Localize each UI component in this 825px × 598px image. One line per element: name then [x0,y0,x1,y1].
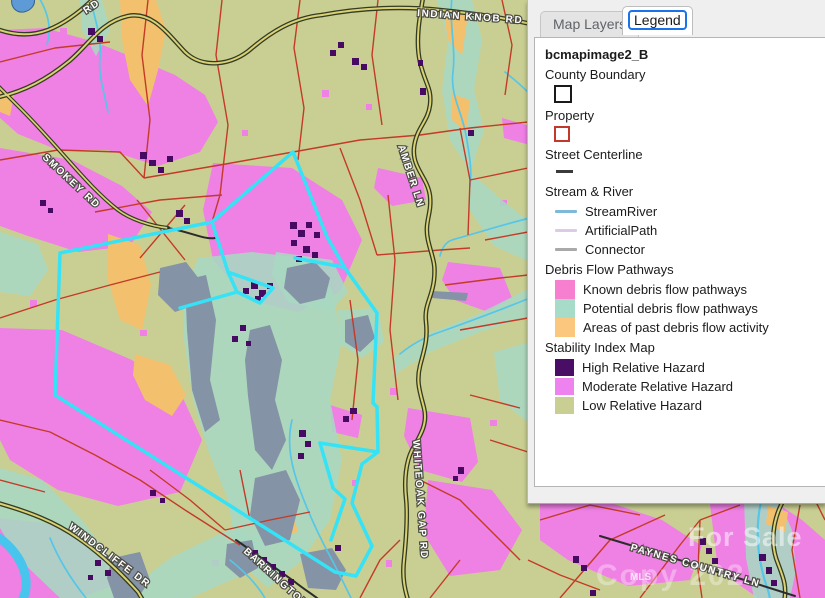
watermark-mls: MLS [630,572,651,583]
legend-row-past-debris: Areas of past debris flow activity [545,318,816,337]
layers-legend-panel: Map Layers Legend bcmapimage2_B County B… [527,0,825,504]
known-debris-swatch [555,280,575,299]
streamriver-line-swatch [555,210,577,213]
legend-row-moderate-hazard: Moderate Relative Hazard [545,377,816,396]
property-swatch [554,126,570,142]
high-hazard-label: High Relative Hazard [582,360,705,375]
legend-row-streamriver: StreamRiver [545,202,816,221]
legend-row-high-hazard: High Relative Hazard [545,358,816,377]
watermark-copyright: Copy 202 [596,559,745,592]
legend-title: bcmapimage2_B [545,47,816,62]
connector-label: Connector [585,242,645,257]
known-debris-label: Known debris flow pathways [583,282,747,297]
app-window: { "panel": { "tabs": { "map_layers": "Ma… [0,0,825,598]
legend-row-potential-debris: Potential debris flow pathways [545,299,816,318]
street-centerline-swatch [556,170,573,173]
legend-stability-header: Stability Index Map [545,340,816,355]
legend-row-known-debris: Known debris flow pathways [545,280,816,299]
artificialpath-label: ArtificialPath [585,223,657,238]
legend-row-artificialpath: ArtificialPath [545,221,816,240]
legend-county-boundary-label: County Boundary [545,67,816,82]
tab-legend[interactable]: Legend [622,6,693,35]
potential-debris-label: Potential debris flow pathways [583,301,758,316]
high-hazard-swatch [555,359,574,376]
tab-legend-label: Legend [628,10,687,30]
legend-row-connector: Connector [545,240,816,259]
potential-debris-swatch [555,299,575,318]
moderate-hazard-label: Moderate Relative Hazard [582,379,733,394]
panel-tabbar: Map Layers Legend [528,0,825,37]
legend-row-low-hazard: Low Relative Hazard [545,396,816,415]
legend-property-label: Property [545,108,816,123]
connector-line-swatch [555,248,577,251]
legend-content: bcmapimage2_B County Boundary Property S… [534,37,825,487]
artificialpath-line-swatch [555,229,577,232]
county-boundary-swatch [554,85,572,103]
past-debris-swatch [555,318,575,337]
legend-stream-river-header: Stream & River [545,184,816,199]
low-hazard-label: Low Relative Hazard [582,398,702,413]
streamriver-label: StreamRiver [585,204,657,219]
low-hazard-swatch [555,397,574,414]
moderate-hazard-swatch [555,378,574,395]
watermark-for-sale: For Sale [688,522,803,552]
legend-street-centerline-label: Street Centerline [545,147,816,162]
legend-debris-header: Debris Flow Pathways [545,262,816,277]
past-debris-label: Areas of past debris flow activity [583,320,769,335]
